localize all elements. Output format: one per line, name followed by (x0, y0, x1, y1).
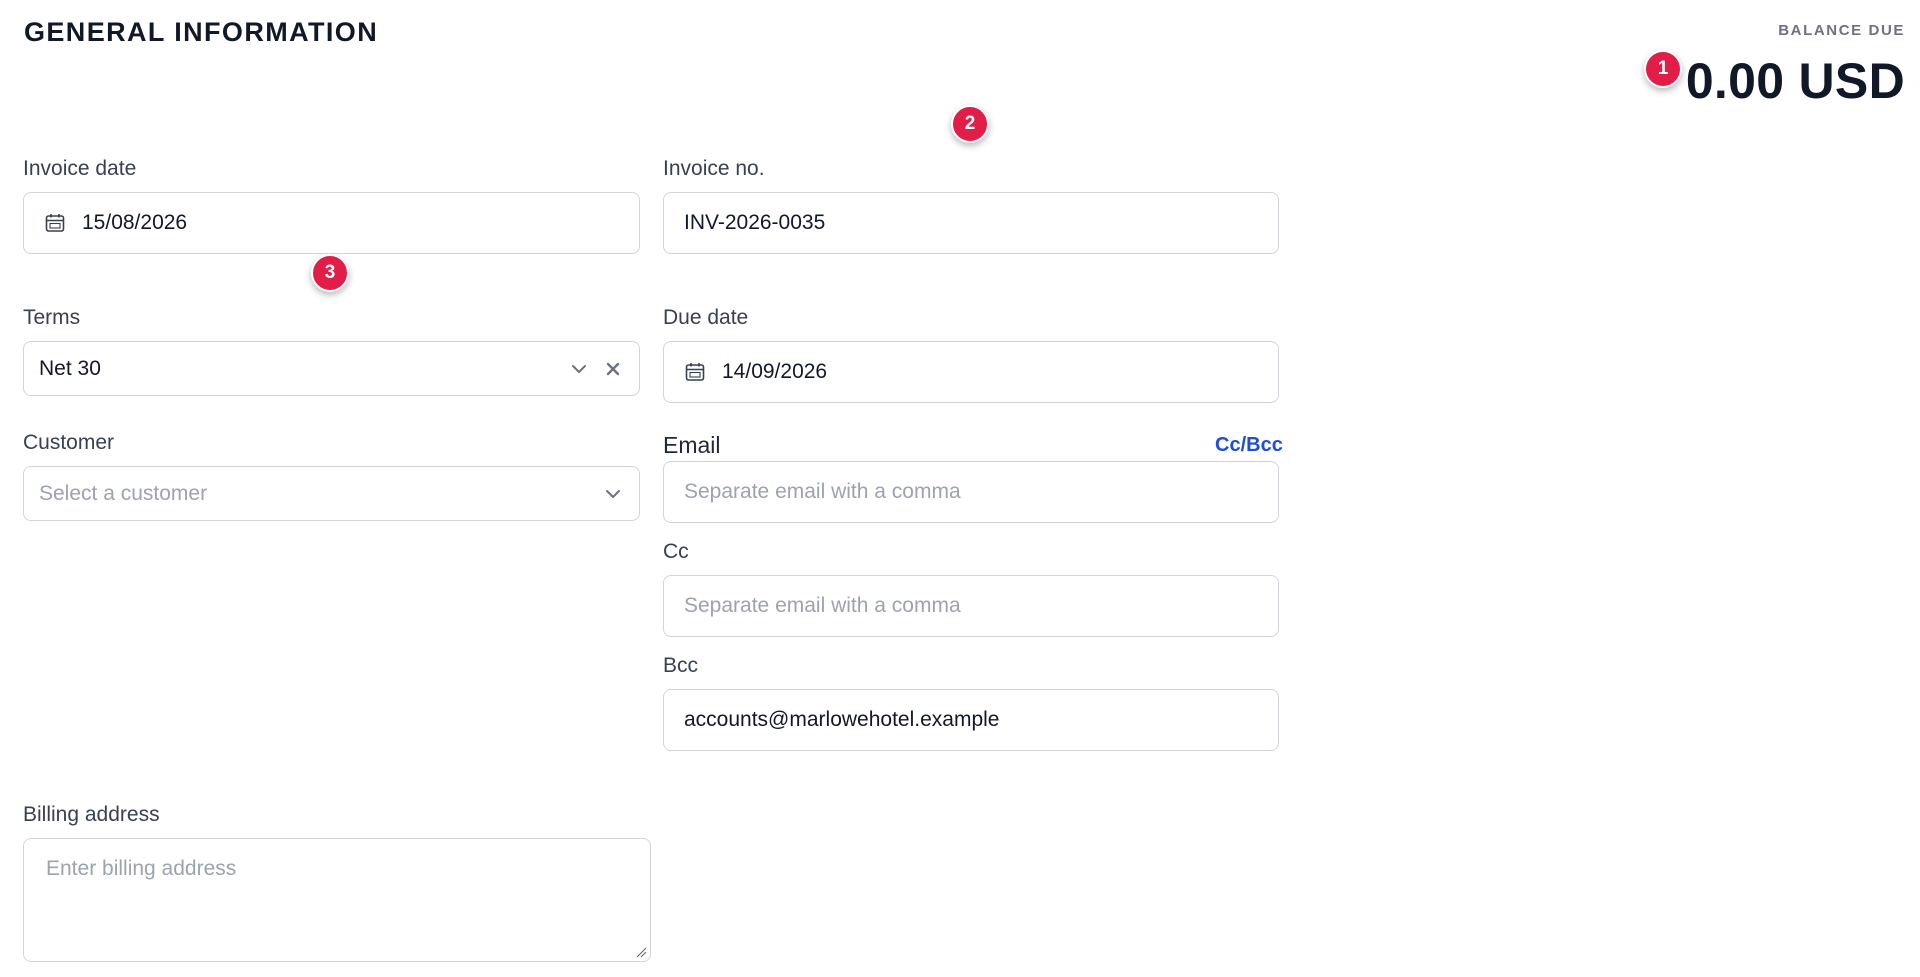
terms-select[interactable]: Net 30 (23, 341, 640, 396)
section-title: GENERAL INFORMATION (24, 17, 379, 47)
balance-due-label: BALANCE DUE (1778, 22, 1905, 39)
general-information-page: GENERAL INFORMATION BALANCE DUE 0.00 USD… (0, 0, 1920, 977)
invoice-no-label: Invoice no. (663, 157, 765, 180)
bcc-label: Bcc (663, 654, 699, 677)
chevron-down-icon[interactable] (569, 359, 589, 379)
calendar-icon (45, 214, 65, 232)
email-input[interactable]: Separate email with a comma (663, 461, 1279, 523)
cc-placeholder: Separate email with a comma (684, 594, 961, 617)
billing-address-placeholder: Enter billing address (46, 857, 237, 880)
due-date-label: Due date (663, 306, 749, 329)
marker-1: 1 (1644, 50, 1682, 88)
billing-address-textarea[interactable]: Enter billing address (23, 838, 651, 962)
marker-3: 3 (311, 254, 349, 292)
terms-label: Terms (23, 306, 81, 329)
email-label: Email (663, 432, 721, 458)
marker-2: 2 (951, 105, 989, 143)
calendar-icon (685, 363, 705, 381)
customer-label: Customer (23, 431, 115, 454)
customer-select[interactable]: Select a customer (23, 466, 640, 521)
due-date-field[interactable]: 14/09/2026 (663, 341, 1279, 403)
resize-grip-icon[interactable] (635, 946, 647, 958)
bcc-input[interactable]: accounts@marlowehotel.example (663, 689, 1279, 751)
billing-address-label: Billing address (23, 803, 160, 826)
cc-input[interactable]: Separate email with a comma (663, 575, 1279, 637)
customer-placeholder: Select a customer (39, 481, 208, 505)
balance-due-value: 0.00 USD (1685, 53, 1905, 109)
cc-bcc-link[interactable]: Cc/Bcc (1215, 434, 1283, 457)
chevron-down-icon[interactable] (603, 484, 623, 504)
close-icon[interactable] (603, 359, 623, 379)
invoice-no-value: INV-2026-0035 (684, 211, 826, 234)
cc-label: Cc (663, 540, 689, 563)
invoice-date-field[interactable]: 15/08/2026 (23, 192, 640, 254)
invoice-no-input[interactable]: INV-2026-0035 (663, 192, 1279, 254)
invoice-date-label: Invoice date (23, 157, 137, 180)
due-date-value: 14/09/2026 (722, 360, 828, 383)
terms-value: Net 30 (39, 356, 101, 380)
invoice-date-value: 15/08/2026 (82, 211, 188, 234)
email-placeholder: Separate email with a comma (684, 480, 961, 503)
bcc-value: accounts@marlowehotel.example (684, 708, 1000, 731)
